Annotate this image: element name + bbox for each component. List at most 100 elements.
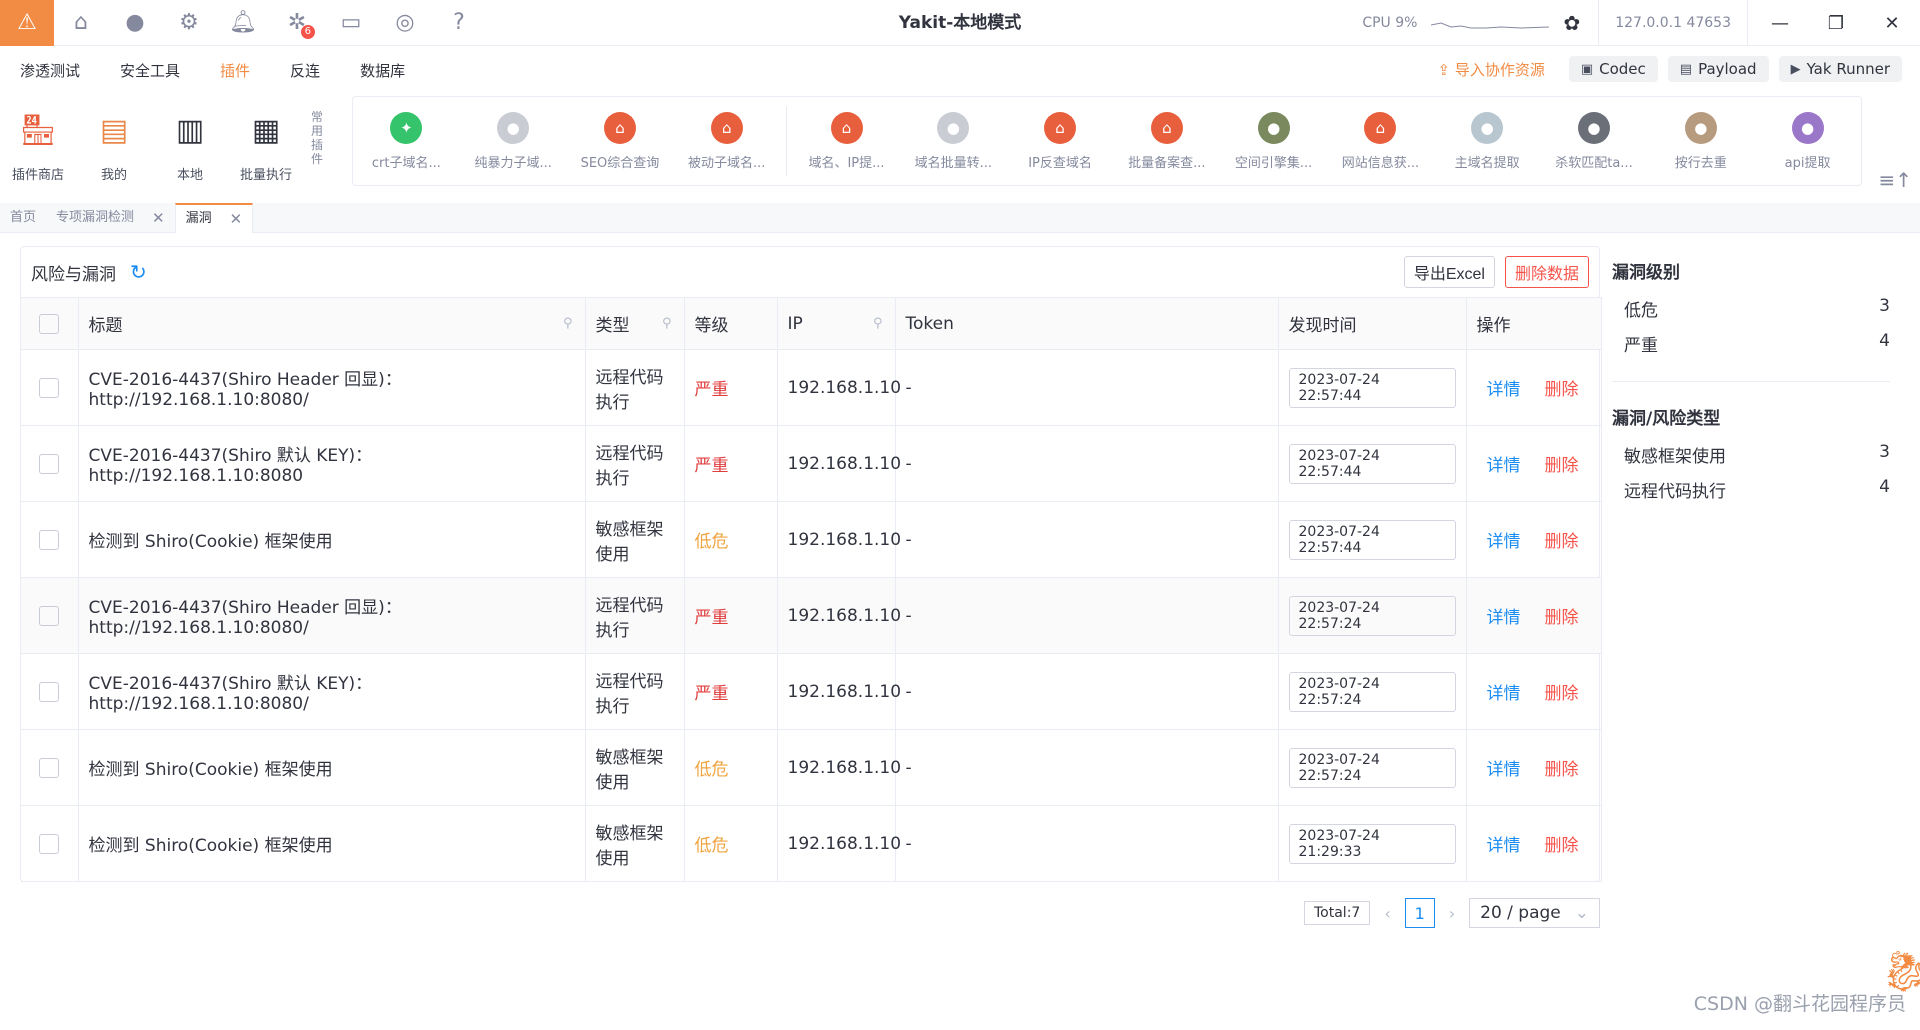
plugin-store-button[interactable]: 🏪︎ 插件商店 bbox=[0, 96, 76, 202]
plugin-item[interactable]: ⌂ 域名、IP提... bbox=[793, 111, 900, 171]
row-checkbox[interactable] bbox=[39, 833, 59, 854]
help-icon[interactable]: ? bbox=[432, 0, 486, 46]
plugin-item[interactable]: ● 域名批量转... bbox=[900, 111, 1007, 171]
detail-link[interactable]: 详情 bbox=[1487, 608, 1521, 628]
local-plugins-button[interactable]: ▥ 本地 bbox=[152, 96, 228, 202]
plugin-item[interactable]: ● 杀软匹配ta... bbox=[1541, 111, 1648, 171]
plugin-item[interactable]: ⌂ 被动子域名... bbox=[673, 111, 780, 171]
menu-plugins[interactable]: 插件 bbox=[200, 46, 270, 96]
table-row[interactable]: CVE-2016-4437(Shiro 默认 KEY)：http://192.1… bbox=[21, 425, 1602, 502]
export-excel-button[interactable]: 导出Excel bbox=[1403, 256, 1495, 288]
close-window-button[interactable]: ✕ bbox=[1864, 0, 1920, 46]
cell-token: - bbox=[895, 653, 1279, 730]
codec-button[interactable]: ▣ Codec bbox=[1568, 56, 1658, 82]
row-checkbox[interactable] bbox=[39, 377, 59, 398]
settings-gear-icon[interactable]: ⚙ bbox=[162, 0, 216, 46]
menu-reverse[interactable]: 反连 bbox=[270, 46, 340, 96]
select-all-checkbox[interactable] bbox=[39, 313, 59, 334]
menu-pentest[interactable]: 渗透测试 bbox=[0, 46, 100, 96]
table-row[interactable]: CVE-2016-4437(Shiro Header 回显)：http://19… bbox=[21, 577, 1602, 654]
plugin-item[interactable]: ⌂ SEO综合查询 bbox=[567, 111, 674, 171]
user-avatar-icon[interactable]: ● bbox=[108, 0, 162, 46]
delete-link[interactable]: 删除 bbox=[1545, 836, 1579, 856]
current-page[interactable]: 1 bbox=[1404, 898, 1435, 928]
cell-type: 远程代码执行 bbox=[585, 577, 685, 654]
delete-link[interactable]: 删除 bbox=[1545, 380, 1579, 400]
search-icon[interactable]: ⚲ bbox=[563, 316, 573, 331]
page-size-value: 20 / page bbox=[1480, 903, 1561, 923]
delete-link[interactable]: 删除 bbox=[1545, 684, 1579, 704]
plugin-item[interactable]: ⌂ 批量备案查... bbox=[1113, 111, 1220, 171]
payload-icon: ▤ bbox=[1679, 61, 1693, 77]
search-icon[interactable]: ⚲ bbox=[873, 316, 883, 331]
home-icon[interactable]: ⌂ bbox=[54, 0, 108, 46]
cell-type: 敏感框架使用 bbox=[585, 805, 685, 882]
yak-runner-button[interactable]: ▶ Yak Runner bbox=[1778, 56, 1902, 82]
mascot-icon[interactable]: 🐉︎ bbox=[1880, 948, 1920, 995]
level-stat-row[interactable]: 严重 4 bbox=[1612, 326, 1890, 361]
type-stat-row[interactable]: 远程代码执行 4 bbox=[1612, 472, 1890, 507]
level-stat-row[interactable]: 低危 3 bbox=[1612, 291, 1890, 326]
tab-home[interactable]: 首页 bbox=[0, 203, 46, 233]
plugin-item[interactable]: ⌂ IP反查域名 bbox=[1007, 111, 1114, 171]
table-row[interactable]: CVE-2016-4437(Shiro Header 回显)：http://19… bbox=[21, 349, 1602, 426]
tab-special-vuln-detect[interactable]: 专项漏洞检测 ✕ bbox=[46, 203, 175, 233]
cell-time: 2023-07-24 22:57:44 bbox=[1278, 501, 1467, 578]
row-checkbox[interactable] bbox=[39, 529, 59, 550]
import-resources-link[interactable]: ⇪ 导入协作资源 bbox=[1437, 59, 1544, 80]
restore-button[interactable]: ❐ bbox=[1808, 0, 1864, 46]
menu-database[interactable]: 数据库 bbox=[340, 46, 425, 96]
tab-vulnerabilities[interactable]: 漏洞 ✕ bbox=[174, 203, 254, 234]
cell-token: - bbox=[895, 805, 1279, 882]
next-page-icon[interactable]: › bbox=[1449, 904, 1455, 923]
bell-icon[interactable]: 🔔︎ bbox=[216, 0, 270, 46]
risk-panel: 风险与漏洞 ↻ 导出Excel 删除数据 标题 ⚲ 类型 ⚲ 等级 IP ⚲ Toke… bbox=[20, 246, 1602, 882]
detail-link[interactable]: 详情 bbox=[1487, 456, 1521, 476]
table-row[interactable]: CVE-2016-4437(Shiro 默认 KEY)：http://192.1… bbox=[21, 653, 1602, 730]
terminal-icon[interactable]: ▭ bbox=[324, 0, 378, 46]
batch-execute-button[interactable]: ▦ 批量执行 bbox=[228, 96, 304, 202]
menu-security-tools[interactable]: 安全工具 bbox=[100, 46, 200, 96]
prev-page-icon[interactable]: ‹ bbox=[1384, 904, 1390, 923]
plugin-item[interactable]: ⌂ 网站信息获... bbox=[1327, 111, 1434, 171]
type-stat-row[interactable]: 敏感框架使用 3 bbox=[1612, 437, 1890, 472]
collapse-toolbar-icon[interactable]: ≡↑ bbox=[1878, 168, 1912, 192]
plugin-item[interactable]: ● 空间引擎集... bbox=[1220, 111, 1327, 171]
delete-link[interactable]: 删除 bbox=[1545, 760, 1579, 780]
delete-link[interactable]: 删除 bbox=[1545, 456, 1579, 476]
delete-link[interactable]: 删除 bbox=[1545, 532, 1579, 552]
search-icon[interactable]: ⚲ bbox=[662, 316, 672, 331]
plugin-item[interactable]: ● api提取 bbox=[1754, 111, 1861, 171]
row-checkbox[interactable] bbox=[39, 453, 59, 474]
page-size-select[interactable]: 20 / page ⌄ bbox=[1469, 898, 1601, 928]
row-checkbox[interactable] bbox=[39, 757, 59, 778]
table-row[interactable]: 检测到 Shiro(Cookie) 框架使用 敏感框架使用 低危 192.168.1.… bbox=[21, 729, 1602, 806]
time-tag: 2023-07-24 22:57:44 bbox=[1288, 367, 1456, 408]
minimize-button[interactable]: — bbox=[1752, 0, 1808, 46]
plugin-item[interactable]: ✦ crt子域名... bbox=[353, 111, 460, 171]
payload-button[interactable]: ▤ Payload bbox=[1667, 56, 1769, 82]
plugin-item[interactable]: ● 按行去重 bbox=[1647, 111, 1754, 171]
close-icon[interactable]: ✕ bbox=[152, 203, 165, 233]
detail-link[interactable]: 详情 bbox=[1487, 836, 1521, 856]
engine-status-icon[interactable]: ✿ bbox=[1563, 11, 1580, 35]
delete-data-button[interactable]: 删除数据 bbox=[1504, 256, 1589, 288]
plugin-item[interactable]: ● 主域名提取 bbox=[1434, 111, 1541, 171]
detail-link[interactable]: 详情 bbox=[1487, 380, 1521, 400]
bug-icon[interactable]: ✲ 6 bbox=[270, 0, 324, 46]
close-icon[interactable]: ✕ bbox=[230, 204, 243, 234]
camera-icon[interactable]: ◎ bbox=[378, 0, 432, 46]
row-checkbox[interactable] bbox=[39, 681, 59, 702]
detail-link[interactable]: 详情 bbox=[1487, 684, 1521, 704]
table-row[interactable]: 检测到 Shiro(Cookie) 框架使用 敏感框架使用 低危 192.168.1.… bbox=[21, 501, 1602, 578]
plugin-item[interactable]: ● 纯暴力子域... bbox=[460, 111, 567, 171]
row-checkbox[interactable] bbox=[39, 605, 59, 626]
detail-link[interactable]: 详情 bbox=[1487, 532, 1521, 552]
row-select-cell bbox=[21, 729, 79, 806]
my-plugins-button[interactable]: ▤ 我的 bbox=[76, 96, 152, 202]
table-row[interactable]: 检测到 Shiro(Cookie) 框架使用 敏感框架使用 低危 192.168.1.… bbox=[21, 805, 1602, 882]
delete-link[interactable]: 删除 bbox=[1545, 608, 1579, 628]
detail-link[interactable]: 详情 bbox=[1487, 760, 1521, 780]
warning-icon[interactable]: ⚠ bbox=[0, 0, 54, 46]
refresh-icon[interactable]: ↻ bbox=[130, 260, 147, 284]
